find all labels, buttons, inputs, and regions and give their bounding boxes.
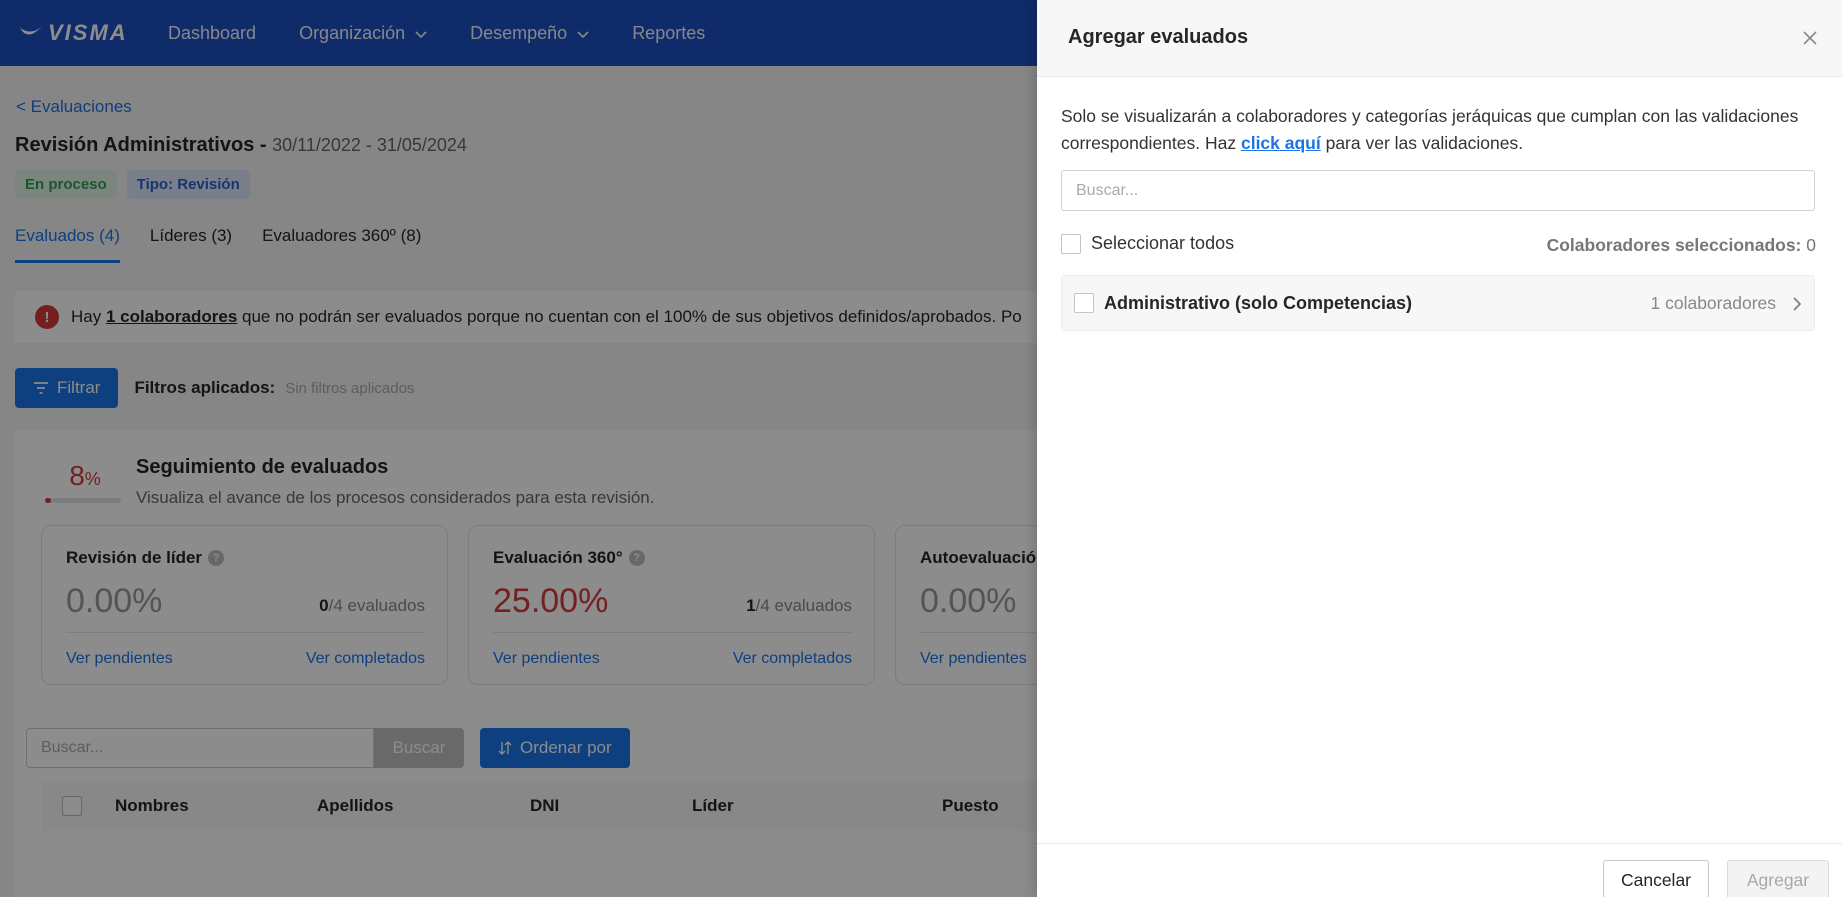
group-name: Administrativo (solo Competencias) bbox=[1104, 292, 1413, 313]
drawer-header: Agregar evaluados bbox=[1037, 0, 1842, 77]
select-all-label: Seleccionar todos bbox=[1091, 233, 1235, 253]
drawer-search-input[interactable]: Buscar... bbox=[1061, 170, 1815, 211]
drawer-title: Agregar evaluados bbox=[1068, 26, 1249, 48]
drawer-footer: Cancelar Agregar bbox=[1037, 843, 1842, 897]
cancel-button[interactable]: Cancelar bbox=[1603, 860, 1709, 897]
chevron-right-icon[interactable] bbox=[1792, 296, 1802, 317]
selected-count-value: 0 bbox=[1806, 235, 1816, 255]
modal-overlay[interactable] bbox=[0, 0, 1037, 897]
drawer-info-text: Solo se visualizarán a colaboradores y c… bbox=[1061, 103, 1821, 157]
selected-count-label: Colaboradores seleccionados: bbox=[1546, 235, 1802, 255]
group-row-administrativo[interactable]: Administrativo (solo Competencias) 1 col… bbox=[1061, 275, 1815, 331]
info-suffix: para ver las validaciones. bbox=[1320, 133, 1524, 153]
add-evaluados-drawer: Agregar evaluados Solo se visualizarán a… bbox=[1037, 0, 1842, 897]
add-button[interactable]: Agregar bbox=[1727, 860, 1829, 897]
selected-count: Colaboradores seleccionados: 0 bbox=[1547, 235, 1816, 256]
select-all-row[interactable]: Seleccionar todos bbox=[1061, 233, 1234, 254]
validations-link[interactable]: click aquí bbox=[1241, 133, 1321, 153]
group-checkbox[interactable] bbox=[1074, 293, 1094, 313]
close-icon[interactable] bbox=[1800, 28, 1820, 48]
select-all-checkbox[interactable] bbox=[1061, 233, 1081, 254]
group-count: 1 colaboradores bbox=[1650, 293, 1777, 313]
